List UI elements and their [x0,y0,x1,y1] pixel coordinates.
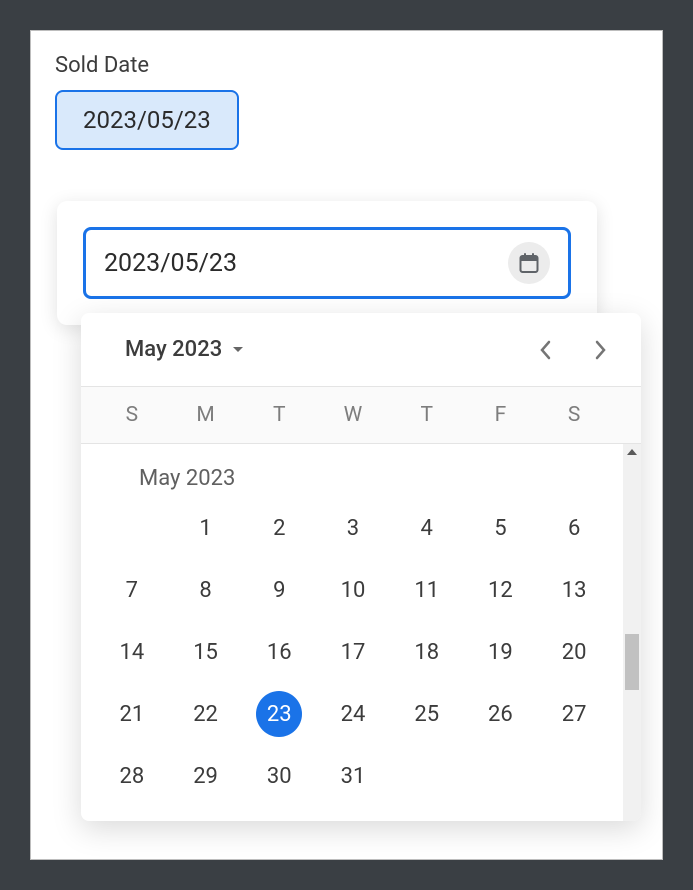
calendar-day[interactable]: 3 [316,505,390,551]
field-label: Sold Date [55,53,638,78]
scrollbar-track[interactable] [623,444,641,821]
weekday-header: T [242,403,316,427]
calendar-day[interactable]: 2 [242,505,316,551]
calendar-day[interactable]: 11 [390,567,464,613]
calendar-popup: May 2023 SMTWTFS May 2023 12345678910111… [81,313,641,821]
calendar-day[interactable]: 13 [537,567,611,613]
weekday-header: F [464,403,538,427]
calendar-day[interactable]: 16 [242,629,316,675]
calendar-day[interactable]: 5 [464,505,538,551]
month-select-button[interactable]: May 2023 [125,337,244,362]
prev-month-button[interactable] [535,340,555,360]
chevron-left-icon [539,340,551,360]
date-input-value: 2023/05/23 [104,249,496,278]
calendar-nav [535,340,611,360]
calendar-day[interactable]: 30 [242,753,316,799]
section-month-label: May 2023 [95,444,611,505]
calendar-day[interactable]: 19 [464,629,538,675]
chevron-right-icon [595,340,607,360]
calendar-day[interactable]: 10 [316,567,390,613]
calendar-empty-cell [95,505,169,551]
next-month-button[interactable] [591,340,611,360]
calendar-day[interactable]: 28 [95,753,169,799]
calendar-day[interactable]: 12 [464,567,538,613]
date-input[interactable]: 2023/05/23 [83,227,571,299]
calendar-day[interactable]: 31 [316,753,390,799]
calendar-day[interactable]: 7 [95,567,169,613]
calendar-day[interactable]: 21 [95,691,169,737]
date-input-card: 2023/05/23 [57,201,597,325]
calendar-day[interactable]: 24 [316,691,390,737]
calendar-icon [517,251,541,275]
weekday-header: S [537,403,611,427]
weekday-header: S [95,403,169,427]
calendar-day[interactable]: 6 [537,505,611,551]
scrollbar-thumb[interactable] [625,634,639,690]
panel: Sold Date 2023/05/23 2023/05/23 May 2023 [30,30,663,860]
calendar-day[interactable]: 1 [169,505,243,551]
weekday-header: T [390,403,464,427]
weekday-header: W [316,403,390,427]
calendar-day[interactable]: 25 [390,691,464,737]
sold-date-chip[interactable]: 2023/05/23 [55,90,239,150]
calendar-icon-button[interactable] [508,242,550,284]
calendar-day[interactable]: 23 [242,691,316,737]
calendar-day[interactable]: 20 [537,629,611,675]
calendar-day[interactable]: 14 [95,629,169,675]
calendar-day[interactable]: 9 [242,567,316,613]
calendar-day[interactable]: 27 [537,691,611,737]
header-month-text: May 2023 [125,337,222,362]
calendar-day[interactable]: 17 [316,629,390,675]
weekday-header-row: SMTWTFS [81,386,641,444]
calendar-day[interactable]: 4 [390,505,464,551]
calendar-day[interactable]: 8 [169,567,243,613]
dropdown-icon [232,346,244,354]
calendar-body: May 2023 1234567891011121314151617181920… [81,444,641,821]
calendar-day[interactable]: 15 [169,629,243,675]
calendar-day[interactable]: 29 [169,753,243,799]
scroll-up-arrow-icon[interactable] [623,444,641,460]
calendar-header: May 2023 [81,313,641,386]
calendar-day[interactable]: 22 [169,691,243,737]
calendar-grid: 1234567891011121314151617181920212223242… [95,505,611,799]
calendar-day[interactable]: 26 [464,691,538,737]
calendar-day[interactable]: 18 [390,629,464,675]
weekday-header: M [169,403,243,427]
